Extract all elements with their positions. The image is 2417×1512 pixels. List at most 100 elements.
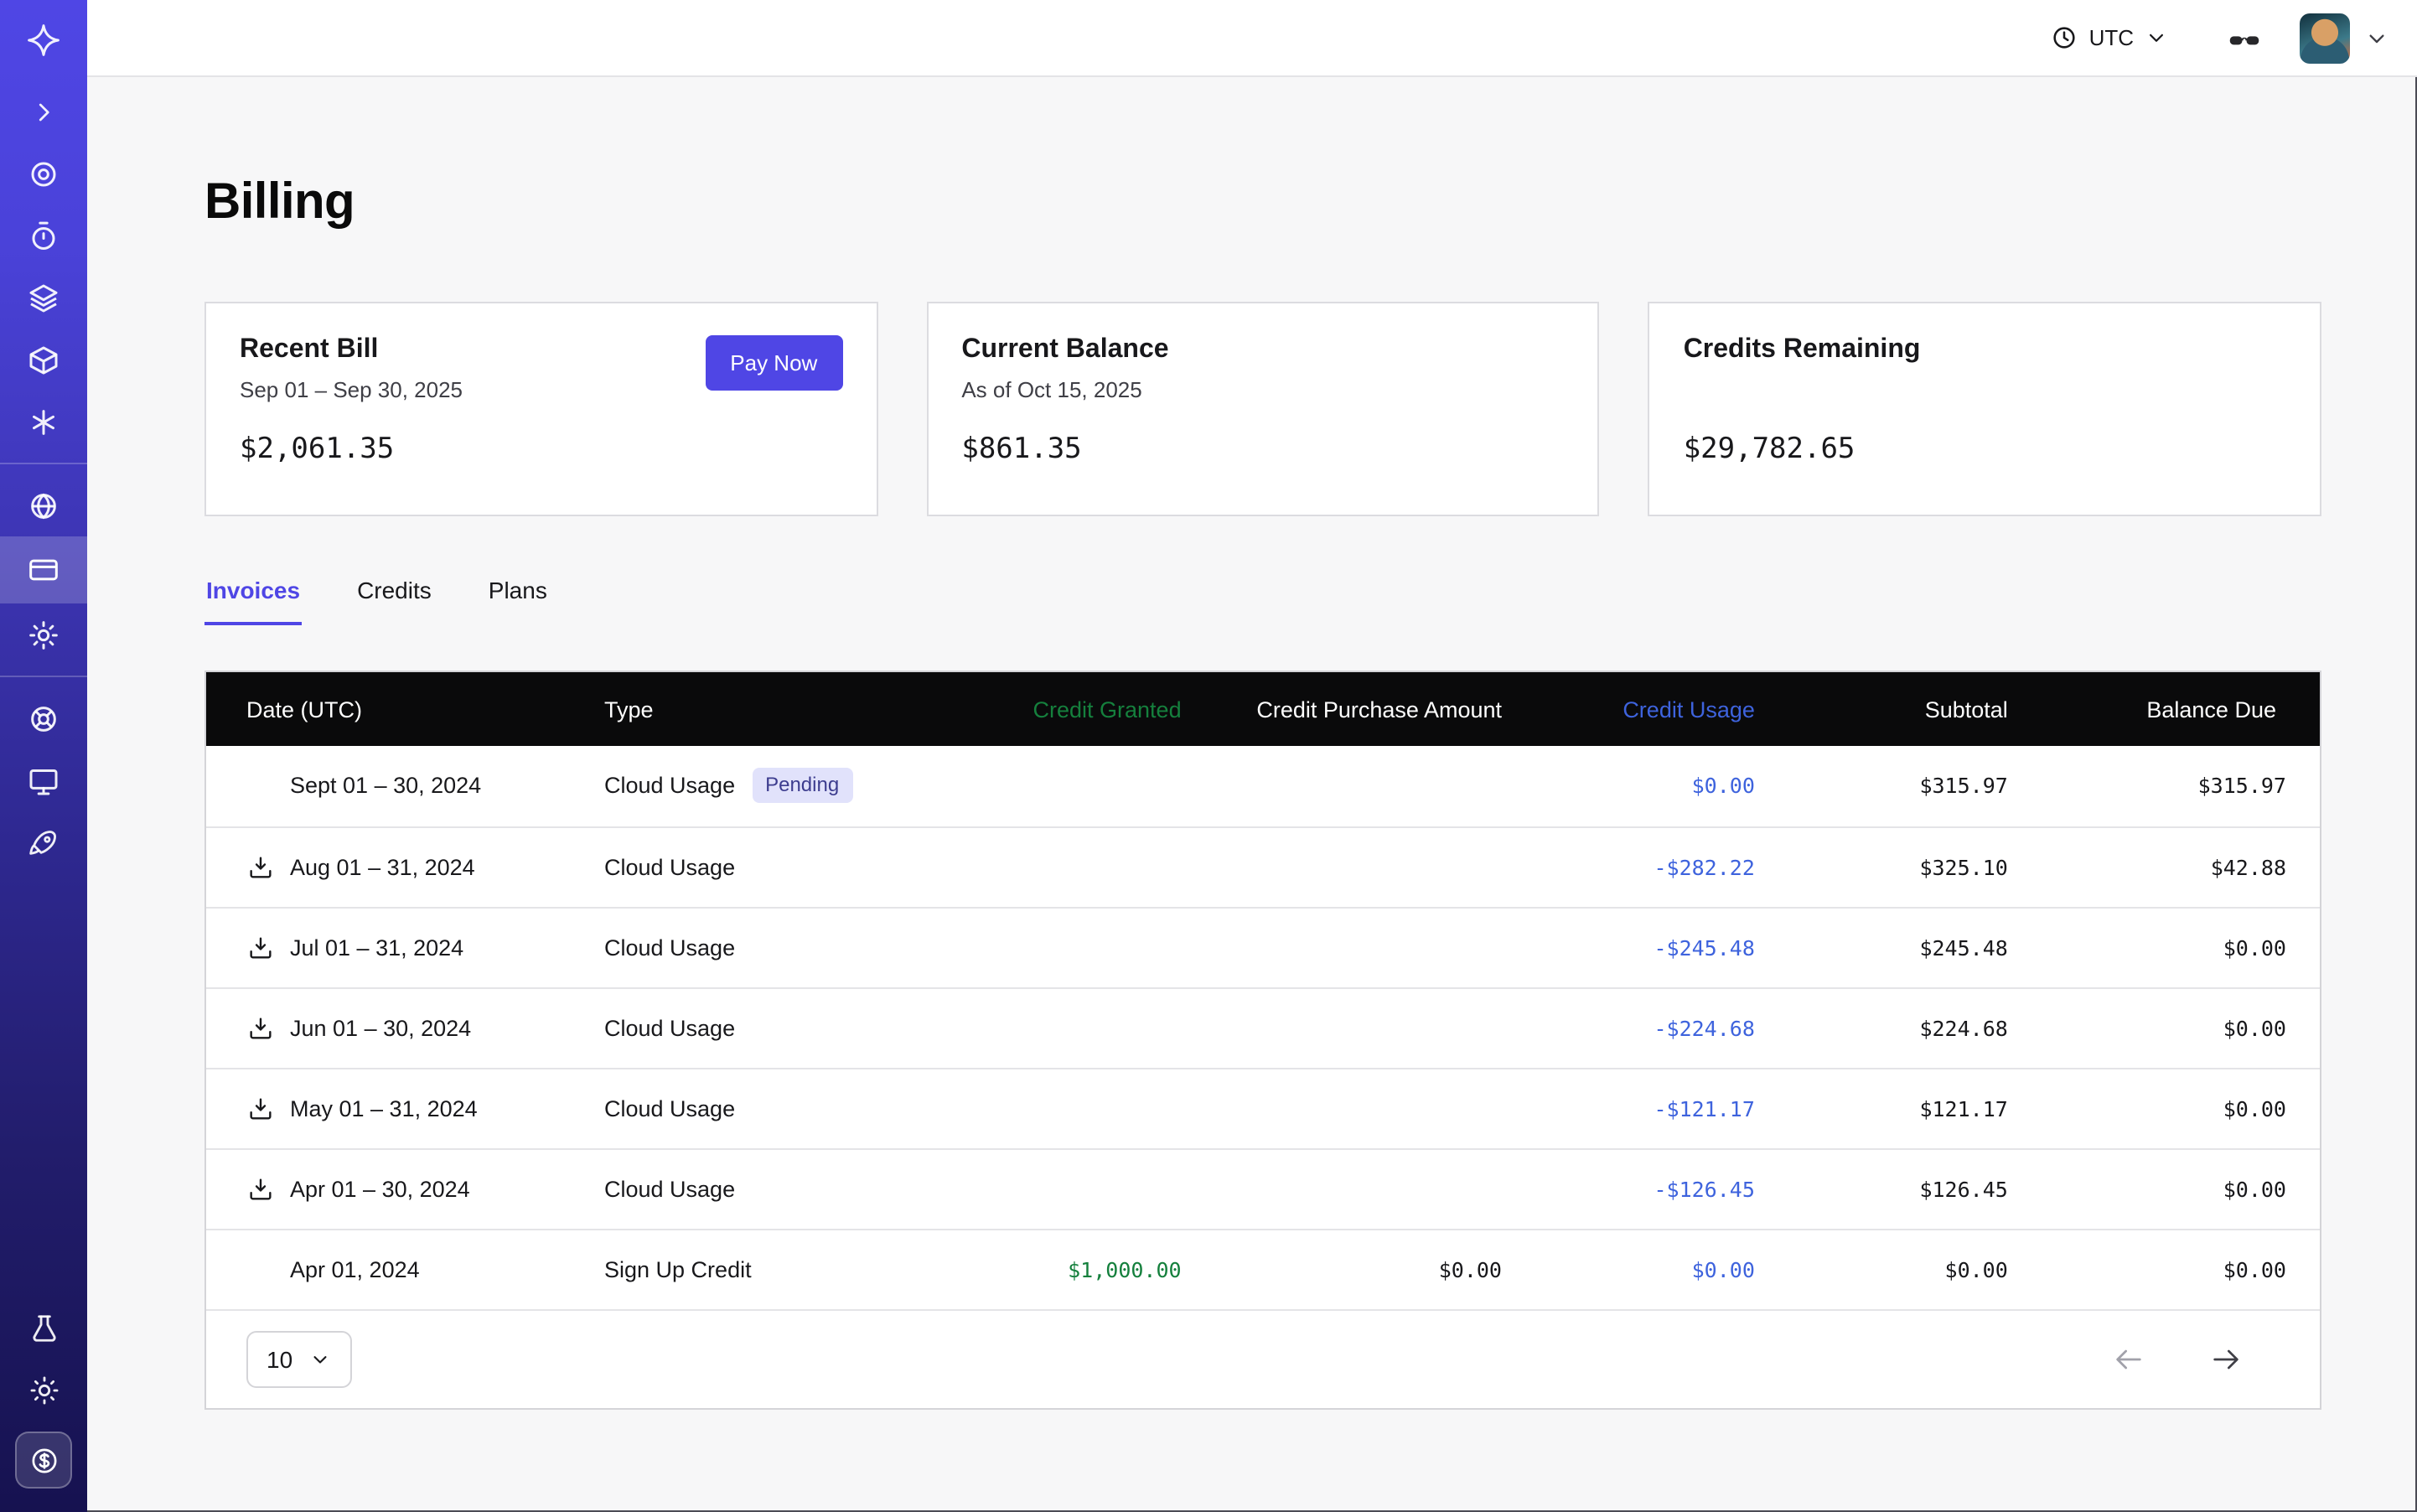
sidebar-item-support[interactable] bbox=[0, 687, 87, 749]
invoice-date: Apr 01, 2024 bbox=[290, 1257, 420, 1282]
sidebar-item-cube[interactable] bbox=[0, 329, 87, 391]
next-page-button[interactable] bbox=[2206, 1339, 2246, 1380]
sidebar-item-labs[interactable] bbox=[0, 1297, 87, 1359]
current-balance-card: Current Balance As of Oct 15, 2025 $861.… bbox=[926, 302, 1599, 516]
sidebar-item-asterisk[interactable] bbox=[0, 391, 87, 453]
download-invoice-icon[interactable] bbox=[246, 852, 275, 881]
sidebar-item-theme[interactable] bbox=[0, 1359, 87, 1421]
summary-cards: Recent Bill Sep 01 – Sep 30, 2025 $2,061… bbox=[204, 302, 2321, 516]
invoice-date: Sept 01 – 30, 2024 bbox=[290, 774, 481, 799]
prev-page-button[interactable] bbox=[2109, 1339, 2149, 1380]
sidebar-expand-button[interactable] bbox=[0, 80, 87, 142]
sidebar bbox=[0, 0, 87, 1512]
tab-invoices[interactable]: Invoices bbox=[204, 567, 302, 625]
column-header-type: Type bbox=[604, 672, 962, 746]
subtotal-value: $325.10 bbox=[1788, 826, 2042, 907]
credit-granted-value bbox=[962, 746, 1215, 826]
credit-granted-value bbox=[962, 1068, 1215, 1148]
download-invoice-icon[interactable] bbox=[246, 1094, 275, 1122]
sidebar-item-layers[interactable] bbox=[0, 267, 87, 329]
subtotal-value: $315.97 bbox=[1788, 746, 2042, 826]
chevron-right-icon bbox=[28, 96, 59, 127]
avatar[interactable] bbox=[2300, 13, 2350, 63]
chevron-down-icon bbox=[2144, 25, 2169, 50]
timezone-selector[interactable]: UTC bbox=[2051, 23, 2169, 52]
current-balance-amount: $861.35 bbox=[961, 432, 1564, 466]
invoice-date: May 01 – 31, 2024 bbox=[290, 1095, 478, 1121]
sidebar-item-radar[interactable] bbox=[0, 142, 87, 205]
invoice-type: Cloud Usage bbox=[604, 1095, 735, 1121]
credits-remaining-amount: $29,782.65 bbox=[1684, 432, 2286, 466]
invoice-type: Sign Up Credit bbox=[604, 1257, 752, 1282]
sidebar-divider bbox=[0, 676, 87, 677]
download-invoice-icon[interactable] bbox=[246, 933, 275, 961]
subtotal-value: $126.45 bbox=[1788, 1148, 2042, 1229]
radar-icon bbox=[27, 157, 60, 190]
lifebuoy-icon bbox=[27, 702, 60, 735]
pay-now-button[interactable]: Pay Now bbox=[705, 335, 842, 391]
invoice-date: Aug 01 – 31, 2024 bbox=[290, 854, 475, 879]
credit-purchase-value bbox=[1215, 1148, 1535, 1229]
invoice-date: Apr 01 – 30, 2024 bbox=[290, 1176, 470, 1201]
download-invoice-icon[interactable] bbox=[246, 1013, 275, 1042]
tab-plans[interactable]: Plans bbox=[487, 567, 549, 625]
flask-icon bbox=[28, 1313, 60, 1344]
card-subtitle: As of Oct 15, 2025 bbox=[961, 377, 1564, 404]
sun-icon bbox=[28, 1375, 60, 1406]
timer-icon bbox=[27, 219, 60, 252]
credit-card-icon bbox=[27, 553, 60, 587]
sidebar-item-credits[interactable] bbox=[15, 1432, 72, 1489]
table-row: Aug 01 – 31, 2024 Cloud Usage -$282.22 $… bbox=[206, 826, 2320, 907]
balance-due-value: $0.00 bbox=[2042, 1229, 2320, 1309]
credit-purchase-value bbox=[1215, 746, 1535, 826]
invoice-type: Cloud Usage bbox=[604, 854, 735, 879]
credit-granted-value bbox=[962, 907, 1215, 987]
monitor-icon bbox=[27, 764, 60, 797]
page-size-value: 10 bbox=[267, 1346, 292, 1373]
invoices-table-card: Date (UTC) Type Credit Granted Credit Pu… bbox=[204, 671, 2321, 1410]
column-header-balance-due: Balance Due bbox=[2042, 672, 2320, 746]
sidebar-item-console[interactable] bbox=[0, 749, 87, 811]
credit-purchase-value bbox=[1215, 826, 1535, 907]
invoice-type: Cloud Usage bbox=[604, 935, 735, 960]
account-menu-chevron-icon[interactable] bbox=[2363, 24, 2390, 51]
globe-icon bbox=[27, 489, 60, 522]
logo-icon[interactable] bbox=[0, 0, 87, 80]
cube-icon bbox=[27, 343, 60, 376]
balance-due-value: $0.00 bbox=[2042, 1068, 2320, 1148]
balance-due-value: $0.00 bbox=[2042, 987, 2320, 1068]
invoice-type: Cloud Usage bbox=[604, 1015, 735, 1040]
credit-granted-value: $1,000.00 bbox=[962, 1229, 1215, 1309]
dollar-coin-icon bbox=[28, 1444, 60, 1476]
balance-due-value: $42.88 bbox=[2042, 826, 2320, 907]
invoice-type: Cloud Usage bbox=[604, 1176, 735, 1201]
main-column: UTC Billing Recent Bill Sep 01 – Sep 30,… bbox=[87, 0, 2417, 1512]
tab-credits[interactable]: Credits bbox=[355, 567, 433, 625]
billing-page: Billing Recent Bill Sep 01 – Sep 30, 202… bbox=[87, 77, 2417, 1512]
arrow-left-icon bbox=[2112, 1343, 2145, 1376]
sidebar-item-globe[interactable] bbox=[0, 474, 87, 536]
recent-bill-card: Recent Bill Sep 01 – Sep 30, 2025 $2,061… bbox=[204, 302, 877, 516]
subtotal-value: $224.68 bbox=[1788, 987, 2042, 1068]
sidebar-item-timer[interactable] bbox=[0, 205, 87, 267]
sidebar-item-deploy[interactable] bbox=[0, 811, 87, 873]
credit-purchase-value bbox=[1215, 1068, 1535, 1148]
column-header-subtotal: Subtotal bbox=[1788, 672, 2042, 746]
invoice-date: Jul 01 – 31, 2024 bbox=[290, 935, 463, 960]
table-row: May 01 – 31, 2024 Cloud Usage -$121.17 $… bbox=[206, 1068, 2320, 1148]
clock-icon bbox=[2051, 23, 2079, 52]
sidebar-item-billing[interactable] bbox=[0, 536, 87, 603]
sidebar-item-settings[interactable] bbox=[0, 603, 87, 665]
pagination-controls bbox=[2109, 1339, 2246, 1380]
credits-remaining-card: Credits Remaining $29,782.65 bbox=[1648, 302, 2321, 516]
download-invoice-icon[interactable] bbox=[246, 1174, 275, 1203]
balance-due-value: $315.97 bbox=[2042, 746, 2320, 826]
app-root: UTC Billing Recent Bill Sep 01 – Sep 30,… bbox=[0, 0, 2417, 1512]
chevron-down-icon bbox=[308, 1348, 331, 1371]
glasses-icon[interactable] bbox=[2226, 19, 2263, 56]
credit-granted-value bbox=[962, 987, 1215, 1068]
page-size-select[interactable]: 10 bbox=[246, 1331, 351, 1388]
card-title: Current Balance bbox=[961, 335, 1564, 365]
invoice-type: Cloud Usage bbox=[604, 774, 735, 799]
credit-purchase-value bbox=[1215, 907, 1535, 987]
